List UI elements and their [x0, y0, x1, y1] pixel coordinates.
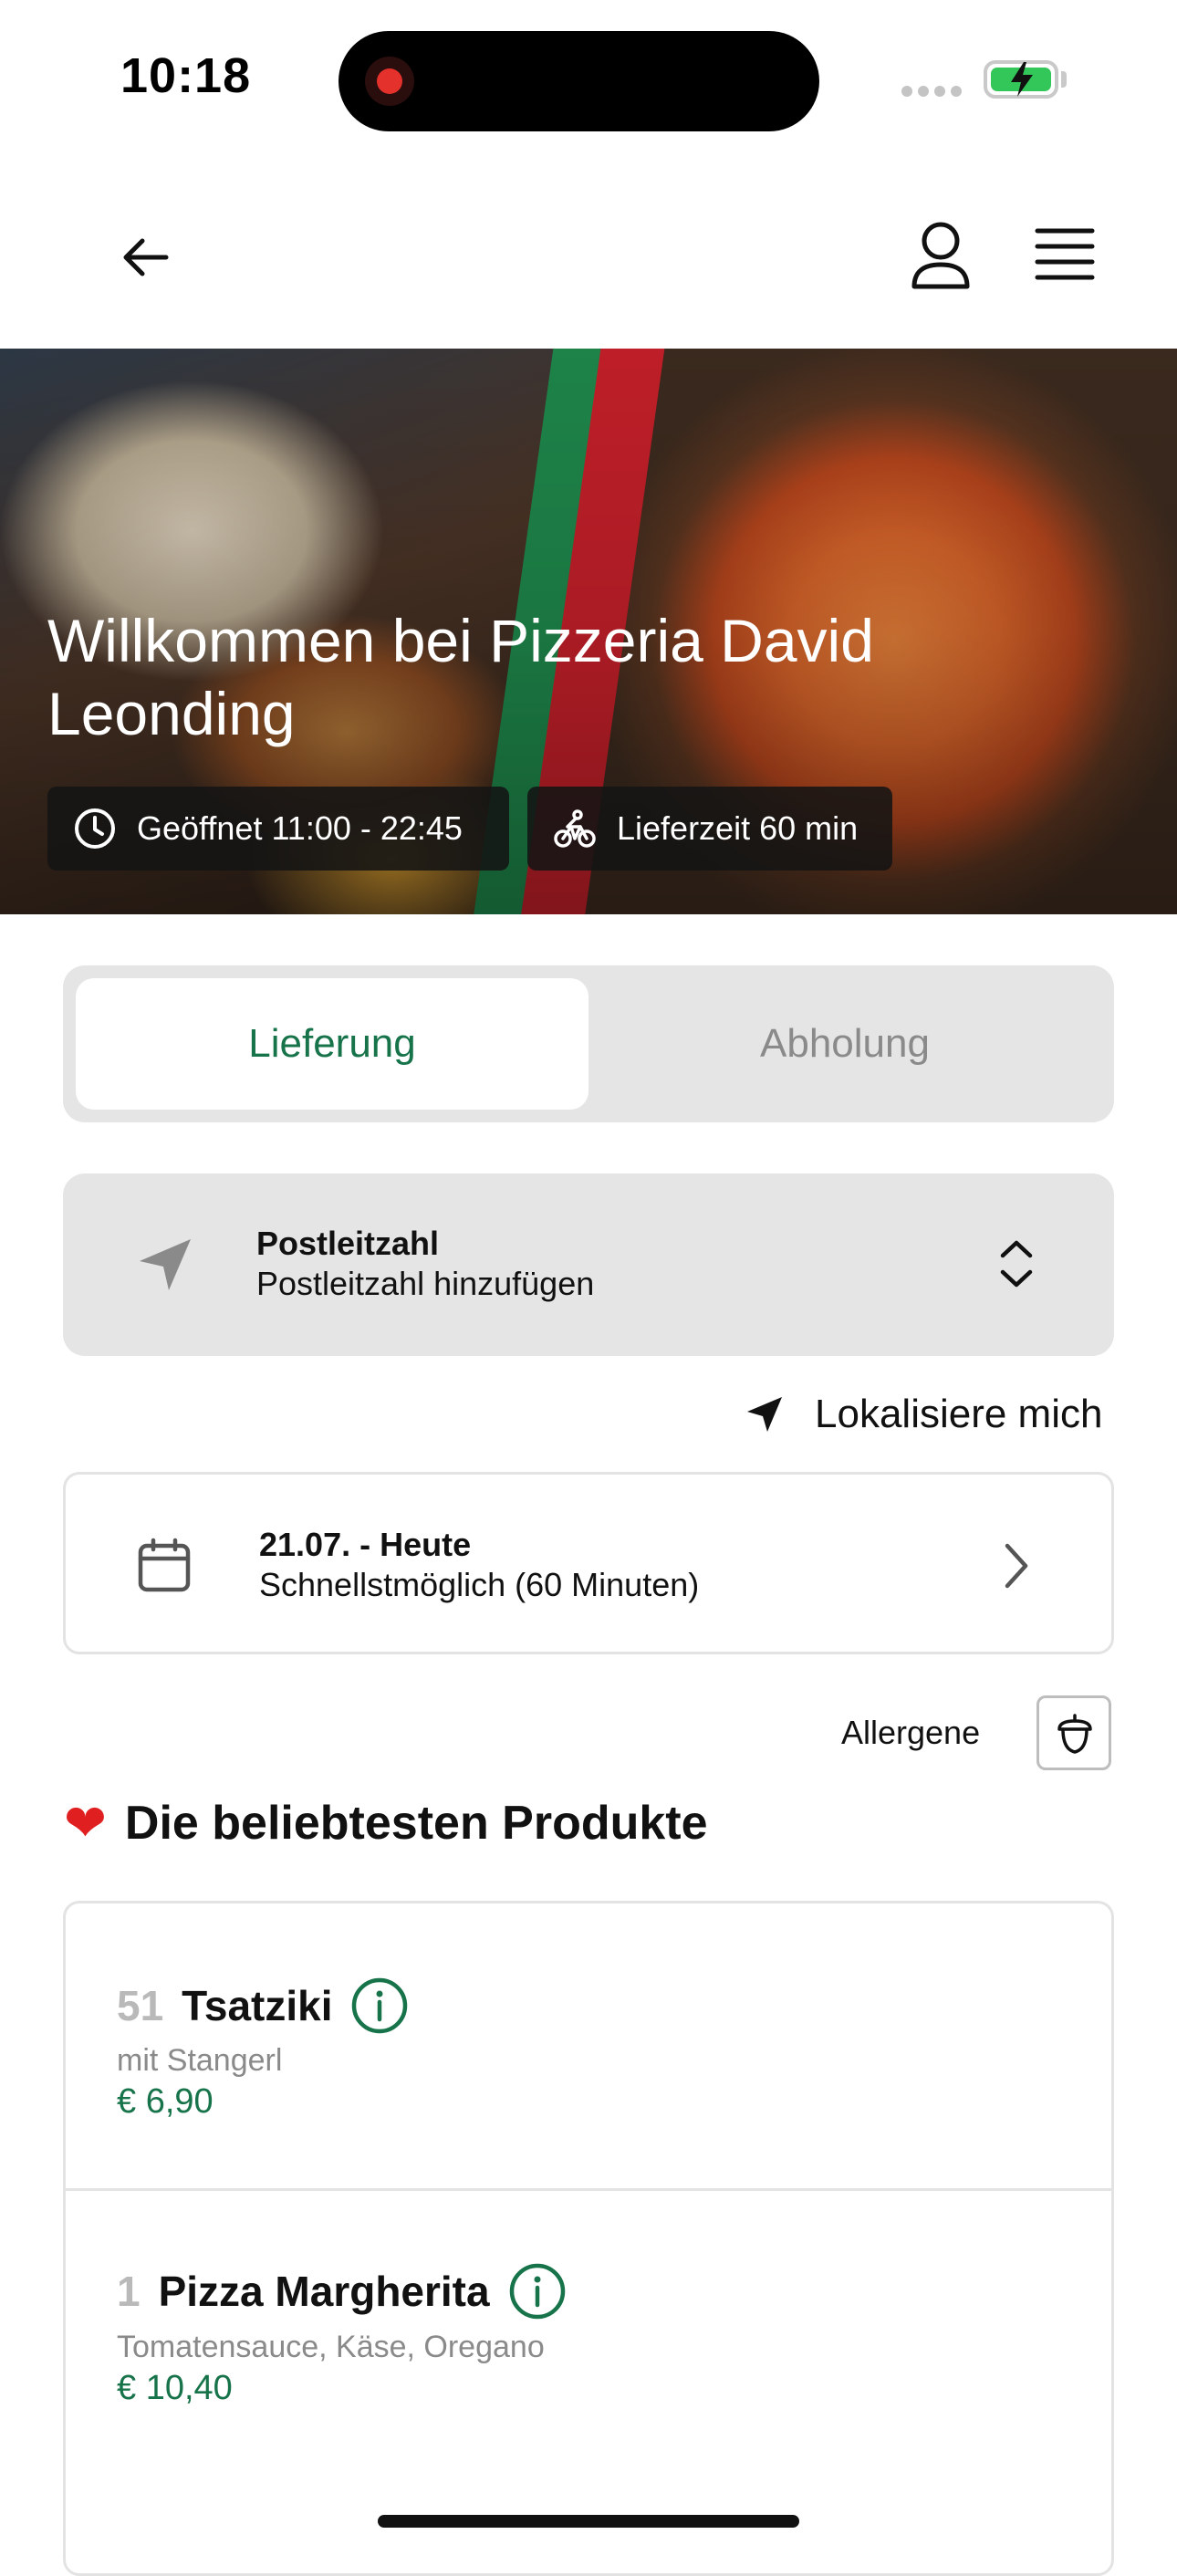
info-icon[interactable]	[350, 1976, 409, 2035]
delivery-mode-segmented-control: Lieferung Abholung	[63, 965, 1114, 1122]
bicycle-icon	[554, 809, 596, 848]
clock-icon	[75, 808, 115, 849]
delivery-date-title: 21.07. - Heute	[259, 1526, 472, 1563]
navigation-icon	[747, 1397, 782, 1432]
product-name: Pizza Margherita	[158, 2268, 490, 2315]
postal-code-field[interactable]: Postleitzahl Postleitzahl hinzufügen	[63, 1173, 1114, 1356]
section-title: ❤ Die beliebtesten Produkte	[64, 1793, 708, 1853]
hero-banner: Willkommen bei Pizzeria David Leonding G…	[0, 349, 1177, 914]
product-name: Tsatziki	[182, 1982, 333, 2029]
back-arrow-icon[interactable]	[117, 228, 175, 287]
delivery-date-subtitle: Schnellstmöglich (60 Minuten)	[259, 1566, 700, 1603]
product-description: mit Stangerl	[117, 2043, 283, 2078]
product-price: € 6,90	[117, 2082, 214, 2121]
menu-icon[interactable]	[1035, 226, 1095, 283]
opening-hours-badge: Geöffnet 11:00 - 22:45	[47, 787, 509, 871]
chevron-right-icon	[1005, 1543, 1028, 1589]
product-item[interactable]: 51 Tsatziki mit Stangerl € 6,90	[66, 1903, 1111, 2188]
product-item[interactable]: 1 Pizza Margherita Tomatensauce, Käse, O…	[66, 2191, 1111, 2476]
delivery-time-badge: Lieferzeit 60 min	[527, 787, 892, 871]
section-title-text: Die beliebtesten Produkte	[124, 1797, 708, 1850]
location-arrow-icon	[140, 1239, 191, 1290]
heart-icon: ❤	[64, 1794, 107, 1851]
battery-icon	[984, 60, 1058, 99]
localize-me-label: Lokalisiere mich	[815, 1392, 1103, 1436]
status-time: 10:18	[120, 48, 252, 103]
postal-code-placeholder: Postleitzahl hinzufügen	[256, 1265, 595, 1302]
info-icon[interactable]	[508, 2262, 567, 2320]
allergen-filter-button[interactable]	[1036, 1695, 1111, 1770]
chevron-up-down-icon	[1000, 1240, 1033, 1288]
hero-title: Willkommen bei Pizzeria David Leonding	[47, 607, 874, 747]
home-indicator[interactable]	[378, 2515, 799, 2528]
opening-hours-text: Geöffnet 11:00 - 22:45	[137, 809, 463, 847]
delivery-date-selector[interactable]: 21.07. - Heute Schnellstmöglich (60 Minu…	[63, 1472, 1114, 1654]
allergen-label: Allergene	[841, 1714, 981, 1751]
acorn-icon	[1057, 1714, 1092, 1754]
calendar-icon	[138, 1538, 191, 1592]
product-price: € 10,40	[117, 2369, 233, 2407]
product-number: 51	[117, 1982, 164, 2029]
profile-icon[interactable]	[909, 219, 973, 292]
product-number: 1	[117, 2268, 141, 2315]
recording-indicator-icon	[365, 57, 414, 106]
product-description: Tomatensauce, Käse, Oregano	[117, 2330, 545, 2364]
postal-code-title: Postleitzahl	[256, 1225, 440, 1262]
delivery-time-text: Lieferzeit 60 min	[617, 809, 859, 847]
product-list: 51 Tsatziki mit Stangerl € 6,90 1 Pizza …	[63, 1901, 1114, 2576]
battery-tip	[1061, 71, 1067, 88]
localize-me-button[interactable]: Lokalisiere mich	[744, 1387, 1102, 1442]
tab-lieferung[interactable]: Lieferung	[76, 965, 588, 1122]
tab-abholung[interactable]: Abholung	[588, 965, 1101, 1122]
